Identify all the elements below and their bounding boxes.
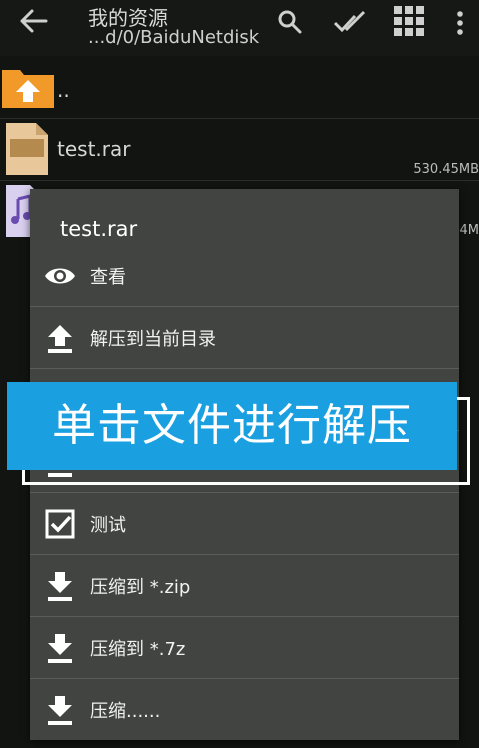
menu-item-compress-7z[interactable]: 压缩到 *.7z: [30, 617, 459, 678]
eye-icon: [45, 268, 75, 284]
menu-item-compress[interactable]: 压缩......: [30, 679, 459, 740]
menu-item-view[interactable]: 查看: [30, 245, 459, 306]
upload-arrow-icon: [48, 325, 72, 353]
file-name: test.rar: [57, 137, 131, 161]
list-item[interactable]: test.rar 530.45MB: [0, 119, 479, 179]
menu-item-label: 查看: [90, 267, 126, 288]
download-arrow-icon: [48, 696, 72, 725]
list-item[interactable]: ..: [0, 58, 479, 118]
menu-item-extract-here[interactable]: 解压到当前目录: [30, 307, 459, 368]
menu-item-label: 压缩到 *.zip: [90, 577, 191, 598]
file-size: 530.45MB: [413, 162, 479, 177]
more-options-icon[interactable]: [455, 10, 465, 36]
folder-up-icon: [2, 70, 54, 108]
download-arrow-icon: [48, 634, 72, 663]
download-arrow-icon: [48, 572, 72, 601]
dialog-title: test.rar: [60, 217, 138, 241]
archive-icon: [6, 123, 48, 175]
menu-item-label: 压缩......: [90, 701, 161, 722]
menu-item-label: 压缩到 *.7z: [90, 639, 186, 660]
menu-item-test[interactable]: 测试: [30, 493, 459, 554]
grid-view-icon[interactable]: [392, 4, 426, 38]
file-name: ..: [57, 78, 70, 102]
tutorial-caption: 单击文件进行解压: [7, 382, 457, 470]
file-size: 4M: [459, 223, 479, 238]
menu-item-label: 解压到当前目录: [90, 329, 216, 350]
menu-item-compress-zip[interactable]: 压缩到 *.zip: [30, 555, 459, 616]
checkbox-icon: [45, 509, 75, 539]
current-path: ...d/0/BaiduNetdisk: [88, 27, 260, 48]
top-bar: 我的资源 ...d/0/BaiduNetdisk: [0, 0, 479, 56]
menu-item-label: 测试: [90, 515, 126, 536]
select-all-icon[interactable]: [333, 10, 367, 34]
back-arrow-icon[interactable]: [18, 8, 48, 34]
search-icon[interactable]: [276, 8, 304, 36]
